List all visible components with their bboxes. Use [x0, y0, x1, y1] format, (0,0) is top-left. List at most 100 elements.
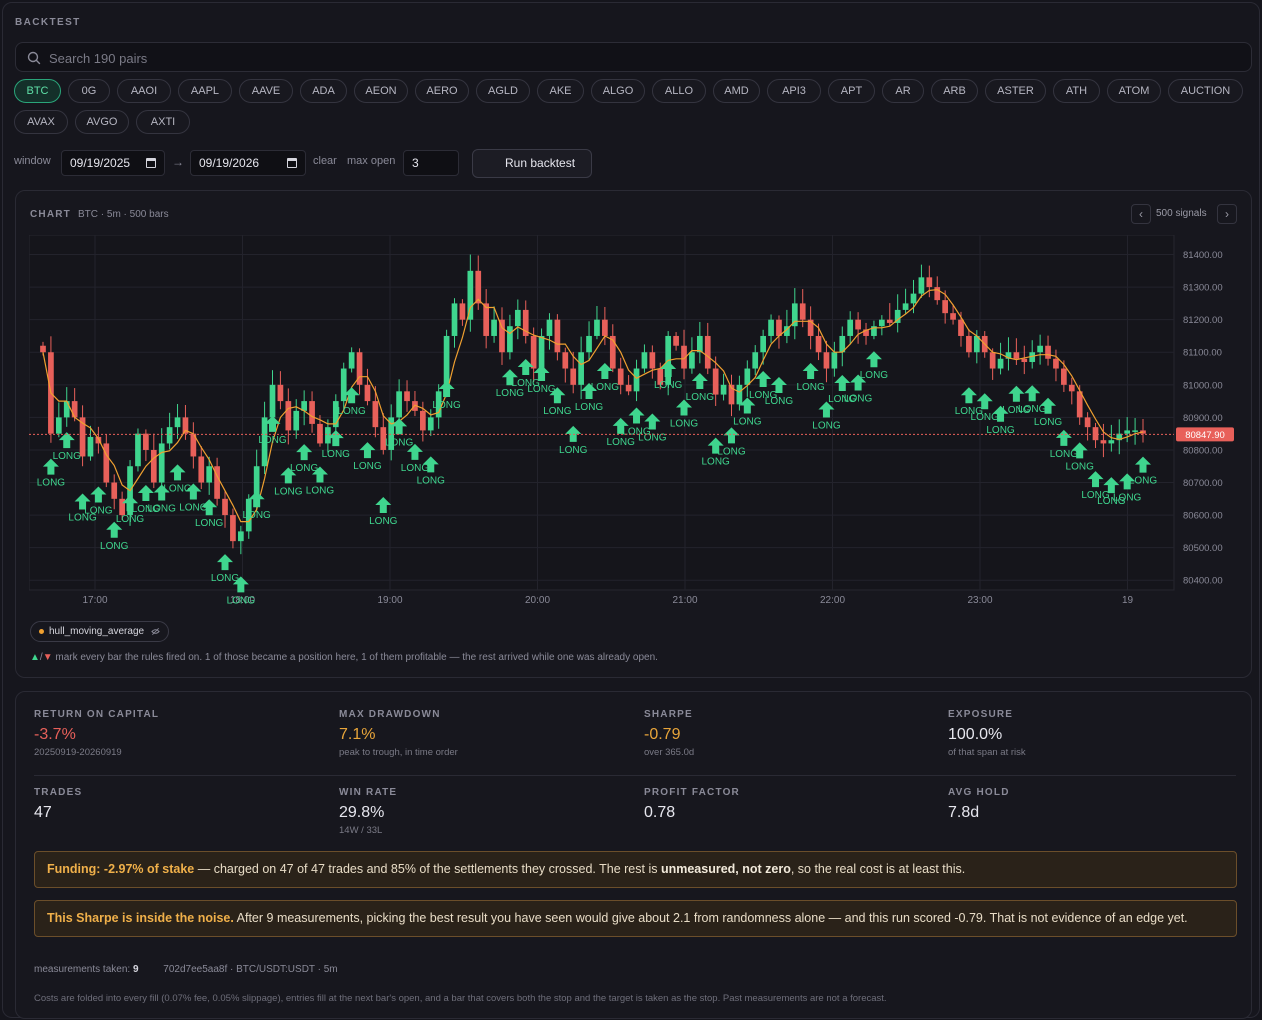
- x-tick-label: 23:00: [967, 595, 992, 606]
- pair-chip-ada[interactable]: ADA: [300, 79, 347, 103]
- pair-chip-aapl[interactable]: AAPL: [178, 79, 232, 103]
- measurements-value: 9: [132, 964, 139, 975]
- candle-down: [966, 335, 972, 353]
- max-open-input[interactable]: 3: [403, 150, 459, 176]
- candle-up: [696, 335, 703, 353]
- funding-banner: Funding: -2.97% of stake — charged on 47…: [34, 851, 1237, 888]
- run-id: 702d7ee5aa8f · BTC/USDT:USDT · 5m: [163, 964, 338, 975]
- pair-chip-apt[interactable]: APT: [828, 79, 875, 103]
- y-tick-label: 80400.00: [1183, 576, 1223, 587]
- calendar-icon[interactable]: [287, 158, 297, 168]
- chevron-left-icon: ‹: [1139, 207, 1143, 221]
- pair-chip-arb[interactable]: ARB: [931, 79, 978, 103]
- stat-subtext: 20250919-20260919: [34, 747, 122, 758]
- last-price-value: 80847.90: [1185, 430, 1225, 441]
- pair-chip-0g[interactable]: 0G: [68, 79, 110, 103]
- eye-off-icon[interactable]: [151, 627, 160, 636]
- candle-down: [285, 401, 292, 431]
- candle-up: [744, 368, 751, 385]
- candle-up: [910, 293, 917, 304]
- pair-chip-avgo[interactable]: AVGO: [75, 110, 129, 134]
- pair-chip-aero[interactable]: AERO: [415, 79, 469, 103]
- stat-value: 7.1%: [339, 726, 376, 743]
- candle-up: [293, 410, 300, 431]
- price-chart[interactable]: 17:00 18:00 19:00 20:00 21:00 22:00 23:00 19814…: [29, 235, 1239, 609]
- indicator-chip[interactable]: hull_moving_average: [30, 621, 170, 642]
- chart-label: CHART: [30, 209, 71, 220]
- long-signal-label: LONG: [37, 478, 66, 489]
- next-signal-button[interactable]: ›: [1217, 204, 1237, 224]
- pair-chip-ath[interactable]: ATH: [1053, 79, 1100, 103]
- candle-down: [40, 345, 46, 353]
- candle-up: [997, 358, 1004, 369]
- end-date-input[interactable]: 09/19/2026: [190, 150, 306, 176]
- measurements-label: measurements taken:: [34, 964, 131, 975]
- long-signal-label: LONG: [53, 451, 82, 462]
- pair-chip-aave[interactable]: AAVE: [239, 79, 293, 103]
- candle-down: [277, 384, 284, 402]
- long-signal-label: LONG: [717, 446, 746, 457]
- pair-chip-ar[interactable]: AR: [882, 79, 924, 103]
- candle-down: [1100, 440, 1107, 444]
- long-signal-label: LONG: [353, 461, 382, 472]
- stat-subtext: over 365.0d: [644, 747, 695, 758]
- candle-down: [989, 352, 996, 369]
- pair-chip-btc[interactable]: BTC: [14, 79, 61, 103]
- cost-disclaimer: Costs are folded into every fill (0.07% …: [34, 993, 887, 1004]
- x-tick-label: 20:00: [525, 595, 550, 606]
- stat-label: AVG HOLD: [948, 787, 1010, 798]
- pair-chip-aeon[interactable]: AEON: [354, 79, 408, 103]
- pair-search[interactable]: [15, 42, 1252, 72]
- search-icon: [27, 51, 41, 65]
- long-signal-label: LONG: [559, 445, 588, 456]
- candle-up: [325, 427, 331, 444]
- pair-chip-aaoi[interactable]: AAOI: [117, 79, 171, 103]
- candle-up: [594, 319, 600, 336]
- long-signal-label: LONG: [179, 502, 208, 513]
- pair-chip-api3[interactable]: API3: [767, 79, 821, 103]
- start-date-input[interactable]: 09/19/2025: [61, 150, 165, 176]
- candle-up: [879, 319, 885, 327]
- date-range-arrow: →: [172, 155, 184, 169]
- long-signal-label: LONG: [306, 485, 335, 496]
- pair-chip-axti[interactable]: AXTI: [136, 110, 190, 134]
- stat-value: -3.7%: [34, 726, 76, 743]
- candle-down: [71, 401, 78, 418]
- pair-chip-auction[interactable]: AUCTION: [1168, 79, 1243, 103]
- clear-dates-link[interactable]: clear: [313, 155, 337, 167]
- candle-down: [625, 384, 632, 392]
- search-input[interactable]: [49, 47, 649, 69]
- calendar-icon[interactable]: [146, 158, 156, 168]
- long-signal-label: LONG: [812, 421, 841, 432]
- long-signal-label: LONG: [337, 406, 366, 417]
- candle-down: [942, 300, 949, 314]
- run-backtest-button[interactable]: Run backtest: [472, 149, 592, 178]
- long-signal-label: LONG: [385, 437, 414, 448]
- stat-label: EXPOSURE: [948, 709, 1014, 720]
- pair-chip-avax[interactable]: AVAX: [14, 110, 68, 134]
- pair-chip-atom[interactable]: ATOM: [1107, 79, 1161, 103]
- candle-down: [673, 335, 679, 346]
- stat-label: SHARPE: [644, 709, 693, 720]
- candle-up: [736, 384, 743, 405]
- candle-down: [404, 391, 410, 402]
- candle-up: [902, 303, 909, 310]
- end-date-value: 09/19/2026: [199, 156, 260, 170]
- y-tick-label: 80800.00: [1183, 445, 1223, 456]
- pair-chip-aster[interactable]: ASTER: [985, 79, 1046, 103]
- stat-value: 29.8%: [339, 804, 385, 821]
- pair-chip-ake[interactable]: AKE: [537, 79, 584, 103]
- stat-value: 100.0%: [948, 726, 1003, 743]
- long-signal-label: LONG: [1113, 492, 1142, 503]
- candle-down: [886, 319, 893, 323]
- candle-up: [166, 427, 173, 444]
- candle-down: [570, 368, 577, 385]
- pair-chip-algo[interactable]: ALGO: [591, 79, 645, 103]
- long-signal-label: LONG: [796, 382, 825, 393]
- pair-chip-amd[interactable]: AMD: [713, 79, 760, 103]
- stat-label: RETURN ON CAPITAL: [34, 709, 160, 720]
- pair-chip-allo[interactable]: ALLO: [652, 79, 706, 103]
- prev-signal-button[interactable]: ‹: [1131, 204, 1151, 224]
- x-tick-label: 22:00: [820, 595, 845, 606]
- pair-chip-agld[interactable]: AGLD: [476, 79, 530, 103]
